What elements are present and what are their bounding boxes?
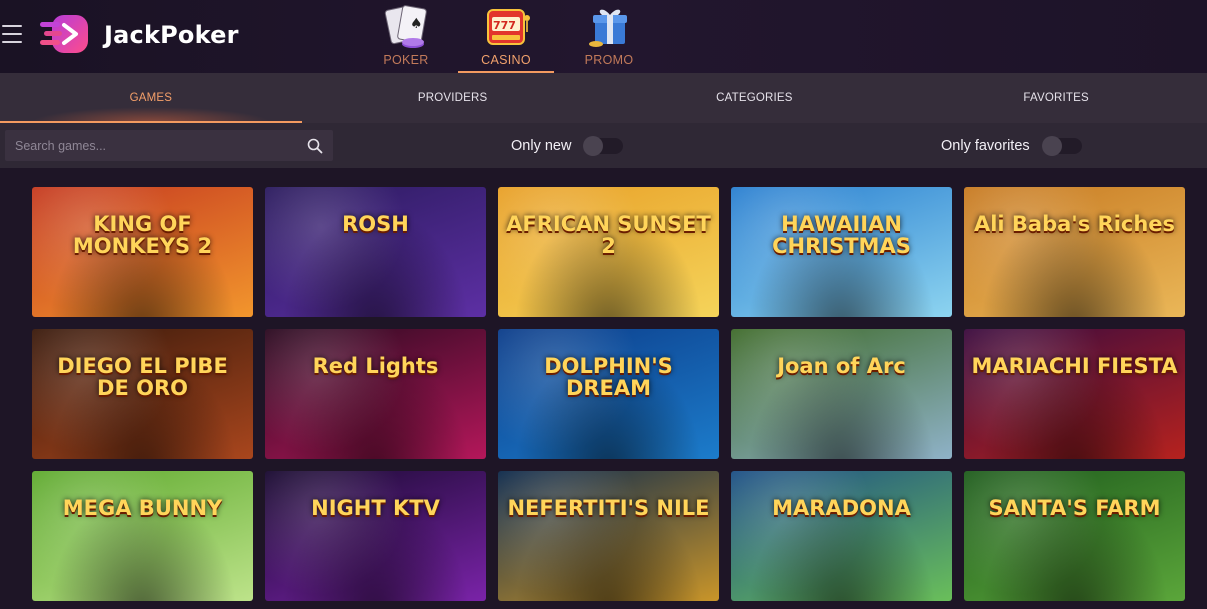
top-bar: JackPoker ♠ POKER 777 CASINO PROMO xyxy=(0,0,1207,73)
filter-bar: Only new Only favorites xyxy=(0,123,1207,168)
only-favorites-toggle[interactable] xyxy=(1041,135,1082,156)
only-favorites-filter: Only favorites xyxy=(941,123,1082,168)
game-title: NIGHT KTV xyxy=(311,496,440,520)
nav-item-casino[interactable]: 777 CASINO xyxy=(458,0,554,73)
game-thumbnail xyxy=(964,471,1185,601)
game-tile[interactable]: AFRICAN SUNSET 2 xyxy=(498,187,719,317)
game-tile[interactable]: Red Lights xyxy=(265,329,486,459)
game-title: Red Lights xyxy=(312,354,439,378)
game-title: KING OF MONKEYS 2 xyxy=(72,212,213,258)
toggle-knob xyxy=(1041,135,1062,156)
nav-label-poker: POKER xyxy=(383,53,429,67)
search-icon[interactable] xyxy=(307,138,323,154)
svg-text:777: 777 xyxy=(493,19,516,32)
game-tile[interactable]: DIEGO EL PIBE DE ORO xyxy=(32,329,253,459)
tab-categories[interactable]: CATEGORIES xyxy=(604,73,906,123)
game-title: ROSH xyxy=(342,212,409,236)
brand-name: JackPoker xyxy=(104,21,239,49)
game-tile[interactable]: KING OF MONKEYS 2 xyxy=(32,187,253,317)
nav-item-promo[interactable]: PROMO xyxy=(561,0,657,73)
game-title: SANTA'S FARM xyxy=(988,496,1161,520)
only-new-filter: Only new xyxy=(511,123,624,168)
playing-cards-icon: ♠ xyxy=(384,5,427,48)
tab-games[interactable]: GAMES xyxy=(0,73,302,123)
game-thumbnail xyxy=(964,329,1185,459)
section-tabs: GAMES PROVIDERS CATEGORIES FAVORITES xyxy=(0,73,1207,123)
game-tile[interactable]: MARIACHI FIESTA xyxy=(964,329,1185,459)
game-tile[interactable]: HAWAIIAN CHRISTMAS xyxy=(731,187,952,317)
game-title: Joan of Arc xyxy=(777,354,906,378)
game-tile[interactable]: ROSH xyxy=(265,187,486,317)
toggle-knob xyxy=(583,135,604,156)
game-tile[interactable]: NEFERTITI'S NILE xyxy=(498,471,719,601)
hamburger-icon[interactable] xyxy=(2,25,22,43)
game-title: MARIACHI FIESTA xyxy=(971,354,1178,378)
game-title: Ali Baba's Riches xyxy=(973,212,1176,236)
game-tile[interactable]: Joan of Arc xyxy=(731,329,952,459)
game-title: DOLPHIN'S DREAM xyxy=(544,354,673,400)
game-title: AFRICAN SUNSET 2 xyxy=(506,212,711,258)
game-title: DIEGO EL PIBE DE ORO xyxy=(57,354,228,400)
game-title: HAWAIIAN CHRISTMAS xyxy=(772,212,911,258)
only-favorites-label: Only favorites xyxy=(941,137,1030,154)
nav-item-poker[interactable]: ♠ POKER xyxy=(358,0,454,73)
game-thumbnail xyxy=(731,471,952,601)
tab-favorites[interactable]: FAVORITES xyxy=(905,73,1207,123)
game-thumbnail xyxy=(964,187,1185,317)
game-tile[interactable]: NIGHT KTV xyxy=(265,471,486,601)
game-tile[interactable]: SANTA'S FARM xyxy=(964,471,1185,601)
svg-text:♠: ♠ xyxy=(410,16,423,32)
game-thumbnail xyxy=(498,471,719,601)
nav-label-promo: PROMO xyxy=(584,53,634,67)
game-thumbnail xyxy=(32,471,253,601)
game-thumbnail xyxy=(731,329,952,459)
product-nav: ♠ POKER 777 CASINO PROMO xyxy=(358,0,657,73)
logo[interactable]: JackPoker xyxy=(38,10,239,58)
search-box xyxy=(5,130,333,161)
slot-machine-icon: 777 xyxy=(487,9,530,45)
game-title: NEFERTITI'S NILE xyxy=(507,496,710,520)
only-new-toggle[interactable] xyxy=(583,135,624,156)
game-title: MARADONA xyxy=(772,496,911,520)
gift-box-icon xyxy=(589,9,627,47)
game-title: MEGA BUNNY xyxy=(62,496,223,520)
game-tile[interactable]: DOLPHIN'S DREAM xyxy=(498,329,719,459)
only-new-label: Only new xyxy=(511,137,572,154)
tab-providers[interactable]: PROVIDERS xyxy=(302,73,604,123)
search-input[interactable] xyxy=(5,130,307,161)
game-thumbnail xyxy=(265,471,486,601)
game-tile[interactable]: Ali Baba's Riches xyxy=(964,187,1185,317)
game-thumbnail xyxy=(265,329,486,459)
game-tile[interactable]: MEGA BUNNY xyxy=(32,471,253,601)
game-tile[interactable]: MARADONA xyxy=(731,471,952,601)
jackpoker-logo-icon xyxy=(40,15,88,53)
nav-label-casino: CASINO xyxy=(481,53,531,67)
game-thumbnail xyxy=(265,187,486,317)
